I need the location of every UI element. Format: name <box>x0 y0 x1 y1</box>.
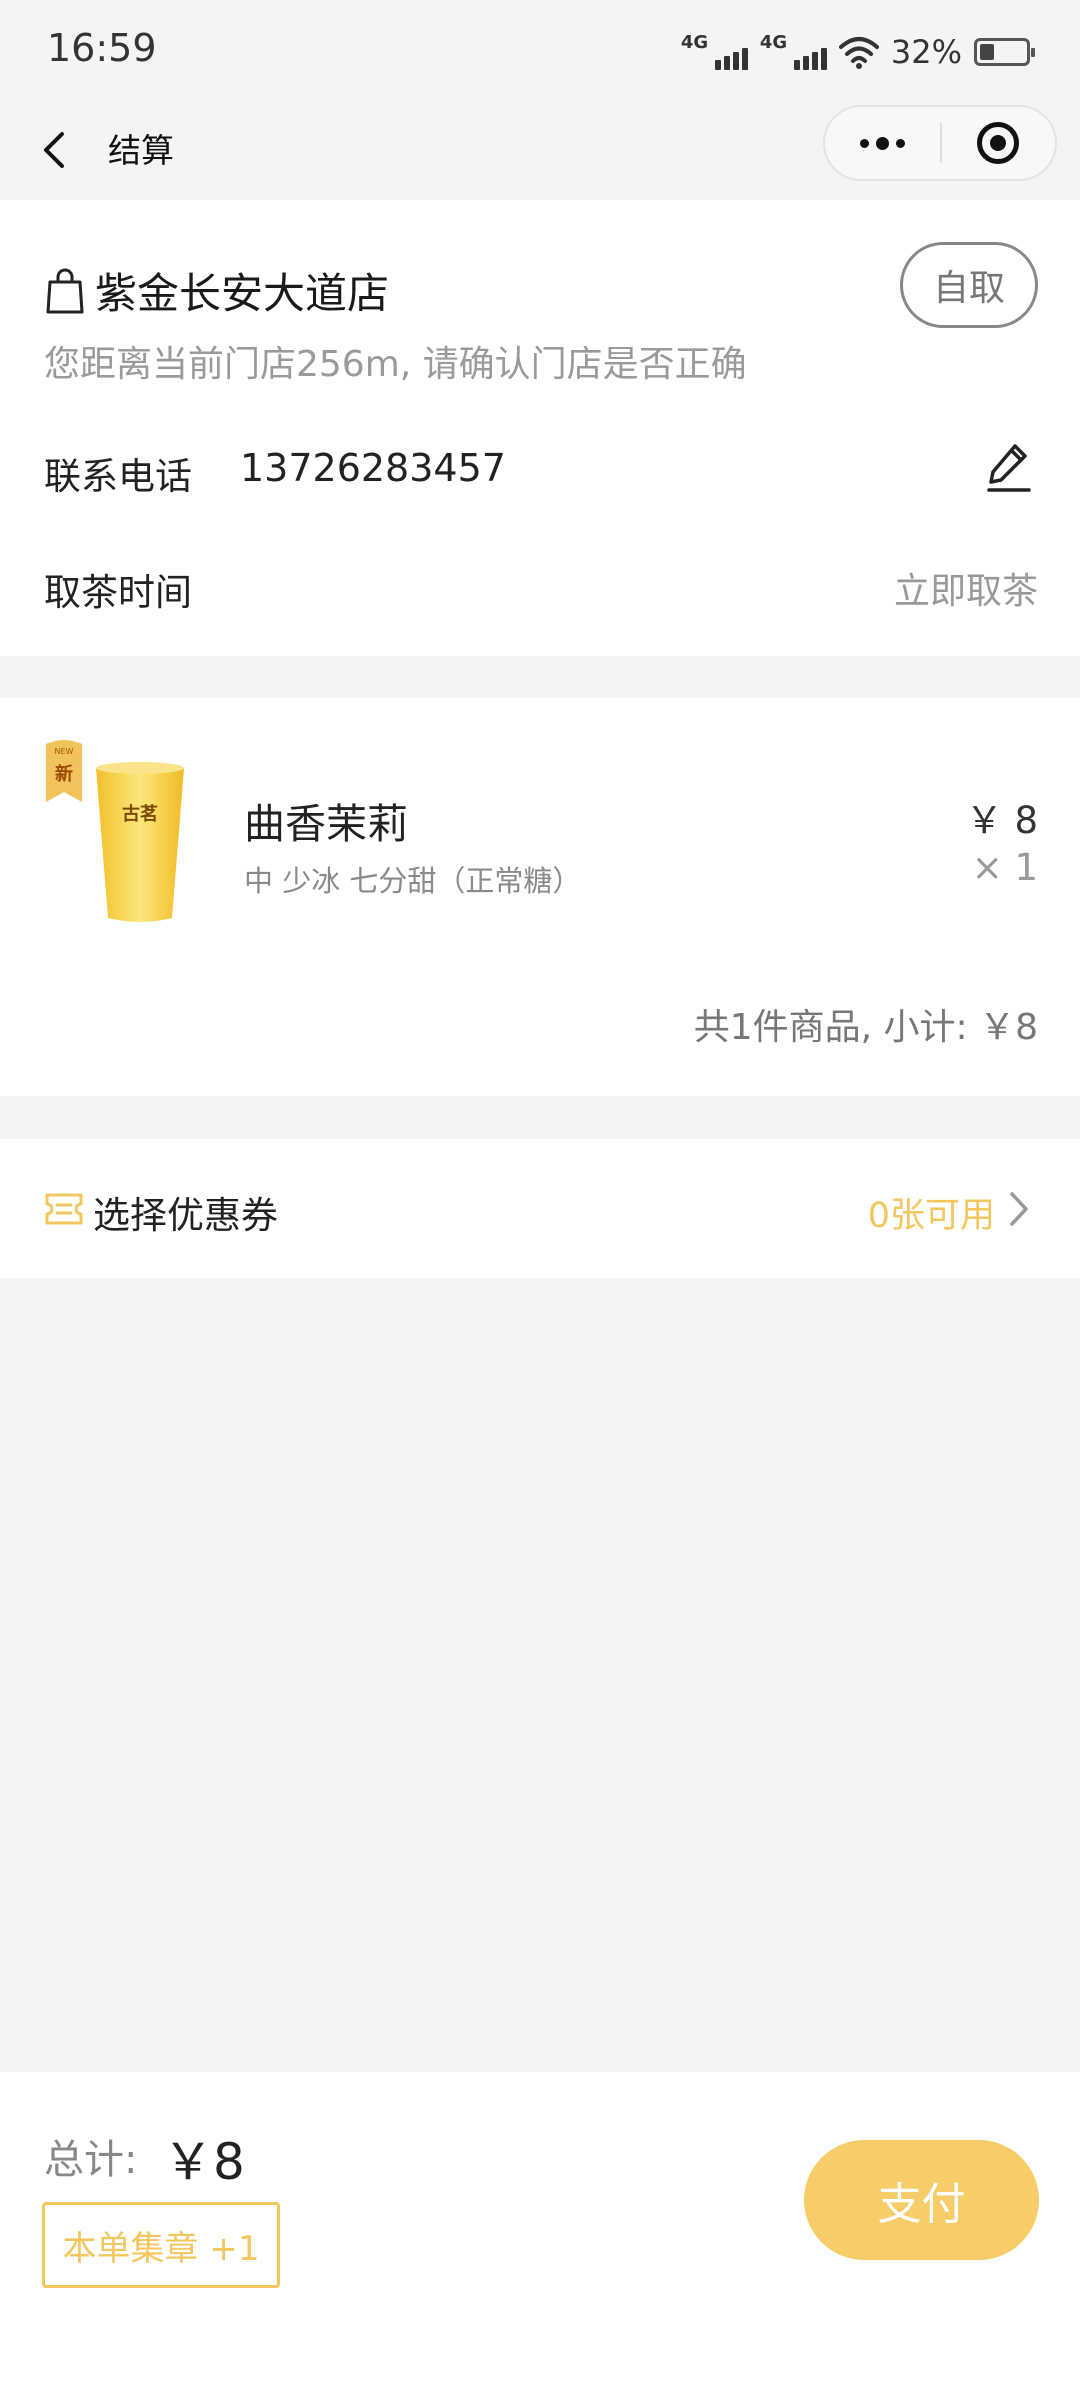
distance-note: 您距离当前门店256m, 请确认门店是否正确 <box>44 344 747 385</box>
item-name: 曲香茉莉 <box>244 800 408 848</box>
drink-cup-image: 古茗 <box>96 762 184 922</box>
status-indicators: 4G 4G 32% <box>680 30 1035 74</box>
new-badge-icon: NEW 新 <box>46 740 82 802</box>
close-mini-program-button[interactable] <box>942 107 1055 179</box>
edit-pencil-icon[interactable] <box>985 440 1033 496</box>
phone-label: 联系电话 <box>44 455 192 498</box>
checkout-page: 16:59 4G 4G 32% 结算 紫金长安大道店 自取 您距离当前门店256… <box>0 0 1080 2400</box>
total-value: ￥8 <box>163 2133 245 2191</box>
signal-tag: 4G <box>759 32 788 53</box>
signal-icon: 4G <box>680 32 748 70</box>
signal-icon: 4G <box>759 32 827 70</box>
phone-value: 13726283457 <box>240 446 506 490</box>
pickup-time-label: 取茶时间 <box>44 571 192 614</box>
battery-percent: 32% <box>890 33 962 71</box>
item-spec: 中 少冰 七分甜（正常糖） <box>244 864 582 898</box>
item-quantity: × 1 <box>971 846 1038 889</box>
pickup-mode-button[interactable]: 自取 <box>900 242 1038 328</box>
coupon-ticket-icon <box>45 1193 83 1225</box>
store-card: 紫金长安大道店 自取 您距离当前门店256m, 请确认门店是否正确 联系电话 1… <box>0 200 1080 656</box>
signal-tag: 4G <box>680 32 709 53</box>
nav-bar: 结算 <box>0 100 1080 200</box>
back-arrow-icon[interactable] <box>34 120 74 180</box>
store-name: 紫金长安大道店 <box>95 269 390 318</box>
more-menu-button[interactable] <box>825 107 940 179</box>
wifi-icon <box>838 37 879 69</box>
dot-icon <box>876 136 889 150</box>
battery-icon <box>974 38 1035 66</box>
badge-main-text: 新 <box>55 763 73 785</box>
total-label: 总计: <box>44 2137 138 2183</box>
cup-brand-text: 古茗 <box>122 803 158 825</box>
shopping-bag-icon <box>46 268 84 313</box>
dot-icon <box>896 138 905 148</box>
order-card: NEW 新 古茗 曲香茉莉 中 少冰 七分甜（正常糖） ￥ 8 × 1 共1件商… <box>0 698 1080 1096</box>
status-time: 16:59 <box>47 26 157 70</box>
chevron-right-icon <box>1010 1192 1028 1226</box>
page-title: 结算 <box>108 131 174 170</box>
battery-fill <box>980 44 994 60</box>
status-bar: 16:59 4G 4G 32% <box>0 0 1080 100</box>
pickup-time-value[interactable]: 立即取茶 <box>894 562 1038 614</box>
coupon-row[interactable]: 选择优惠券 0张可用 <box>0 1139 1080 1278</box>
checkout-footer: 总计: ￥8 本单集章 +1 支付 <box>0 2072 1080 2400</box>
dot-icon <box>860 138 869 148</box>
item-price: ￥ 8 <box>965 799 1038 842</box>
pay-button[interactable]: 支付 <box>804 2140 1039 2260</box>
badge-top-text: NEW <box>55 747 74 756</box>
order-subtotal: 共1件商品, 小计: ￥8 <box>693 1007 1038 1048</box>
mini-program-capsule <box>823 105 1057 181</box>
store-row[interactable]: 紫金长安大道店 <box>45 260 389 321</box>
stamp-badge: 本单集章 +1 <box>42 2202 280 2288</box>
coupon-available-count: 0张可用 <box>867 1196 995 1236</box>
target-icon <box>977 122 1020 164</box>
coupon-label: 选择优惠券 <box>93 1194 278 1237</box>
